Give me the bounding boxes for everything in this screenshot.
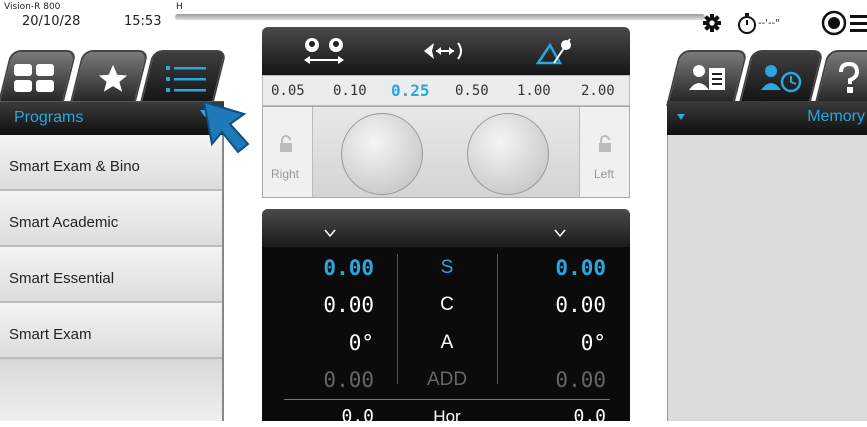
eye-panel: Right Left (262, 106, 630, 198)
memory-dropdown-icon[interactable] (677, 114, 685, 120)
acuity-value[interactable]: 1.00 (517, 83, 551, 99)
left-eye-icon[interactable] (467, 113, 549, 195)
right-eye-icon[interactable] (341, 113, 423, 195)
date-display: 20/10/28 (22, 14, 81, 29)
column-divider (397, 254, 398, 384)
programs-title: Programs (14, 109, 84, 126)
stopwatch-icon[interactable] (735, 11, 759, 35)
right-horizontal-prism-value[interactable]: 0.0 (274, 406, 374, 427)
unlock-icon (280, 135, 292, 152)
right-eye-label: Right (271, 167, 300, 181)
list-icon (166, 66, 206, 92)
sphere-label: S (440, 257, 454, 278)
patient-history-icon (761, 65, 802, 93)
time-display: 15:53 (124, 14, 162, 29)
right-cylinder-value[interactable]: 0.00 (274, 293, 374, 317)
scenery-icon[interactable] (536, 35, 576, 67)
left-eye-lock-box[interactable]: Left (579, 107, 629, 197)
memory-header[interactable]: Memory (667, 101, 867, 135)
right-axis-value[interactable]: 0° (274, 331, 374, 355)
acuity-value[interactable]: 0.10 (333, 83, 367, 99)
left-cylinder-value[interactable]: 0.00 (506, 293, 606, 317)
program-item[interactable]: Smart Essential (0, 247, 223, 303)
acuity-value[interactable]: 2.00 (581, 83, 615, 99)
cylinder-label: C (440, 294, 454, 315)
left-sphere-value[interactable]: 0.00 (506, 256, 606, 280)
left-add-value[interactable]: 0.00 (506, 368, 606, 392)
acuity-value[interactable]: 0.05 (271, 83, 305, 99)
program-item[interactable]: Smart Exam (0, 303, 223, 359)
program-item[interactable]: Smart Academic (0, 191, 223, 247)
horizontal-prism-label: Hor (433, 407, 461, 426)
acuity-value[interactable]: 0.50 (455, 83, 489, 99)
memory-list (667, 135, 867, 421)
acuity-value-selected[interactable]: 0.25 (391, 81, 430, 100)
unlock-icon (599, 135, 611, 152)
right-add-value[interactable]: 0.00 (274, 368, 374, 392)
axis-label: A (440, 332, 454, 353)
program-list-empty (0, 360, 223, 421)
panel-divider (222, 135, 224, 421)
star-icon (98, 64, 128, 92)
column-divider (497, 254, 498, 384)
test-mode-bar (262, 27, 630, 75)
timer-value: --'--" (758, 18, 780, 29)
refraction-header (262, 209, 630, 247)
grid-icon (14, 64, 54, 92)
acuity-scale: 0.05 0.10 0.25 0.50 1.00 2.00 (262, 75, 630, 106)
left-axis-value[interactable]: 0° (506, 331, 606, 355)
left-horizontal-prism-value[interactable]: 0.0 (506, 406, 606, 427)
view-toggle-icon[interactable] (820, 9, 867, 37)
patient-record-icon (689, 65, 725, 90)
pointer-arrow-icon (202, 100, 250, 154)
right-sphere-value[interactable]: 0.00 (274, 256, 374, 280)
status-divider (175, 14, 705, 20)
right-tab-bar (666, 50, 867, 106)
distance-icon[interactable] (420, 37, 470, 65)
device-name: Vision-R 800 (4, 2, 61, 12)
programs-header[interactable]: Programs (0, 101, 224, 135)
chevron-down-icon[interactable] (324, 227, 336, 239)
gear-icon[interactable] (700, 11, 724, 35)
help-icon (839, 62, 860, 93)
right-eye-lock-box[interactable]: Right (263, 107, 313, 197)
left-tab-bar (0, 50, 227, 106)
left-eye-label: Left (594, 167, 615, 181)
program-item[interactable]: Smart Exam & Bino (0, 135, 223, 191)
eyes-separation-icon[interactable] (298, 35, 350, 67)
chevron-down-icon[interactable] (554, 227, 566, 239)
status-flag: H (176, 2, 183, 12)
memory-title: Memory (807, 108, 865, 125)
add-label: ADD (426, 369, 468, 390)
row-divider (284, 399, 610, 400)
